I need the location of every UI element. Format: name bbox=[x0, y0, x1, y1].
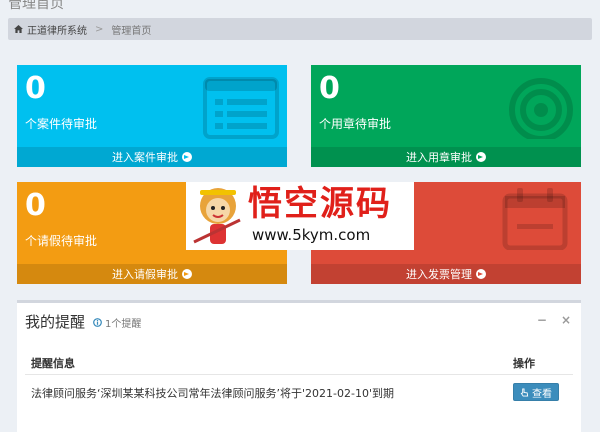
seal-approval-link[interactable]: 进入用章审批 bbox=[311, 147, 581, 167]
table-row: 法律顾问服务‘深圳某某科技公司常年法律顾问服务’将于'2021-02-10'到期… bbox=[25, 375, 573, 409]
invoice-management-link[interactable]: 进入发票管理 bbox=[311, 264, 581, 284]
arrow-circle-right-icon bbox=[182, 152, 192, 162]
invoice-management-link-label: 进入发票管理 bbox=[406, 268, 472, 281]
breadcrumb-current: 管理首页 bbox=[111, 25, 152, 37]
column-header-message: 提醒信息 bbox=[31, 357, 75, 370]
reminders-count: 1个提醒 bbox=[93, 315, 141, 330]
reminders-count-text: 1个提醒 bbox=[105, 319, 142, 330]
target-icon bbox=[509, 78, 573, 139]
reminders-title: 我的提醒 bbox=[25, 313, 86, 331]
reminders-table-header: 提醒信息 操作 bbox=[25, 349, 573, 375]
list-icon bbox=[203, 77, 279, 139]
leave-count: 0 bbox=[25, 188, 46, 223]
panel-tools: − × bbox=[537, 313, 571, 327]
case-label: 个案件待审批 bbox=[25, 117, 98, 131]
column-header-action: 操作 bbox=[513, 357, 535, 370]
close-button[interactable]: × bbox=[561, 313, 571, 327]
arrow-circle-right-icon bbox=[182, 269, 192, 279]
home-icon bbox=[14, 25, 23, 33]
seal-approval-box: 0 个用章待审批 进入用章审批 bbox=[311, 65, 581, 167]
leave-label: 个请假待审批 bbox=[25, 234, 98, 248]
monkey-logo-icon bbox=[193, 188, 241, 244]
case-count: 0 bbox=[25, 71, 46, 106]
reminders-header: 我的提醒 1个提醒 bbox=[25, 311, 141, 332]
info-circle-icon bbox=[93, 318, 102, 327]
reminder-message: 法律顾问服务‘深圳某某科技公司常年法律顾问服务’将于'2021-02-10'到期 bbox=[31, 387, 394, 400]
watermark-title: 悟空源码 bbox=[248, 184, 392, 224]
breadcrumb: 正道律所系统 > 管理首页 bbox=[8, 18, 592, 40]
arrow-circle-right-icon bbox=[476, 269, 486, 279]
reminders-panel: 我的提醒 1个提醒 − × 提醒信息 操作 法律顾问服务‘深圳某某科技公司常年法… bbox=[17, 300, 581, 432]
watermark-banner: 悟空源码 www.5kym.com bbox=[186, 182, 414, 250]
view-button[interactable]: 查看 bbox=[513, 383, 559, 401]
seal-count: 0 bbox=[319, 71, 340, 106]
collapse-button[interactable]: − bbox=[537, 313, 547, 327]
seal-label: 个用章待审批 bbox=[319, 117, 392, 131]
breadcrumb-home[interactable]: 正道律所系统 bbox=[27, 22, 87, 37]
calendar-icon bbox=[502, 188, 568, 250]
breadcrumb-separator: > bbox=[95, 23, 104, 35]
view-button-label: 查看 bbox=[532, 388, 552, 400]
arrow-circle-right-icon bbox=[476, 152, 486, 162]
case-approval-link-label: 进入案件审批 bbox=[112, 151, 178, 164]
watermark-url: www.5kym.com bbox=[252, 226, 371, 244]
leave-approval-link[interactable]: 进入请假审批 bbox=[17, 264, 287, 284]
leave-approval-link-label: 进入请假审批 bbox=[112, 268, 178, 281]
case-approval-box: 0 个案件待审批 进入案件审批 bbox=[17, 65, 287, 167]
seal-approval-link-label: 进入用章审批 bbox=[406, 151, 472, 164]
page-title: 管理首页 bbox=[8, 0, 64, 12]
case-approval-link[interactable]: 进入案件审批 bbox=[17, 147, 287, 167]
hand-pointer-icon bbox=[520, 387, 529, 397]
